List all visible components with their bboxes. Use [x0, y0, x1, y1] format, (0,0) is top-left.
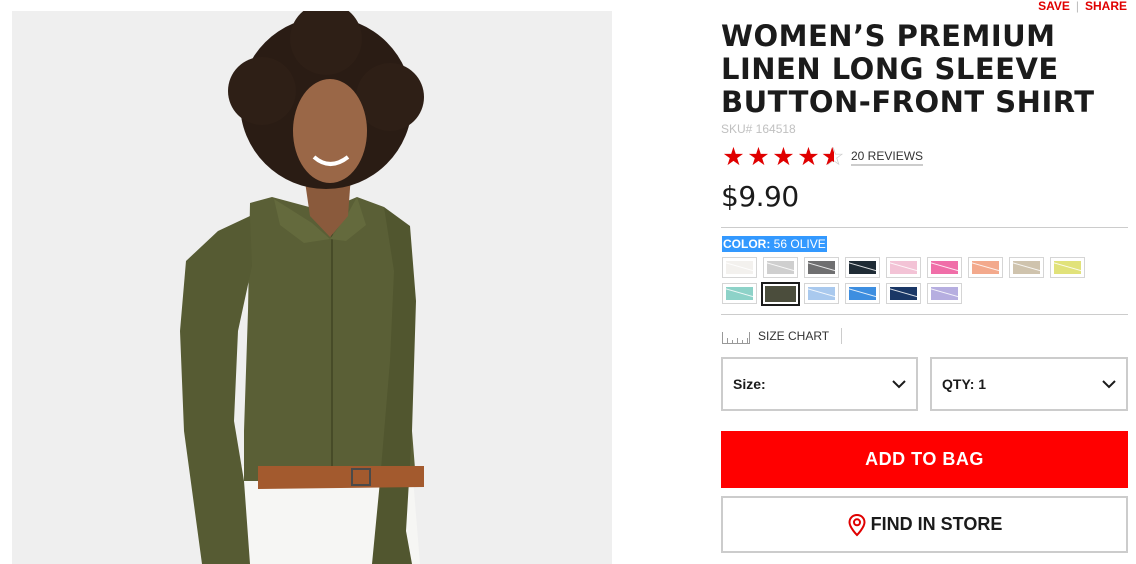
size-chart-link[interactable]: SIZE CHART — [722, 328, 843, 344]
find-in-store-label: FIND IN STORE — [870, 514, 1003, 534]
chevron-down-icon — [892, 380, 906, 389]
color-chip — [726, 287, 753, 300]
size-select[interactable]: Size: — [721, 357, 918, 411]
product-title: WOMEN’S PREMIUM LINEN LONG SLEEVE BUTTON… — [721, 19, 1095, 119]
find-in-store-button[interactable]: FIND IN STORE — [721, 496, 1128, 553]
color-swatch[interactable] — [722, 257, 757, 278]
ruler-icon — [722, 332, 750, 344]
color-chip — [849, 287, 876, 300]
color-chip — [726, 261, 753, 274]
chevron-down-icon — [1102, 380, 1116, 389]
color-swatch[interactable] — [886, 257, 921, 278]
color-swatch[interactable] — [845, 283, 880, 304]
color-chip — [890, 261, 917, 274]
color-chip — [1054, 261, 1081, 274]
color-chip — [808, 261, 835, 274]
color-swatch[interactable] — [804, 283, 839, 304]
divider — [721, 227, 1128, 228]
product-sku: SKU# 164518 — [721, 122, 796, 136]
size-select-label: Size: — [733, 376, 766, 392]
color-chip — [849, 261, 876, 274]
link-separator: | — [1075, 0, 1079, 13]
color-chip — [765, 286, 796, 302]
color-swatch[interactable] — [968, 257, 1003, 278]
divider — [841, 328, 843, 344]
color-swatch[interactable] — [804, 257, 839, 278]
save-link[interactable]: SAVE — [1038, 0, 1070, 13]
color-swatch[interactable] — [763, 257, 798, 278]
save-share-links: SAVE | SHARE — [1038, 0, 1127, 13]
color-swatch[interactable] — [927, 257, 962, 278]
quantity-select[interactable]: QTY: 1 — [930, 357, 1128, 411]
add-to-bag-button[interactable]: ADD TO BAG — [721, 431, 1128, 488]
star-full-icon: ★ — [797, 143, 820, 171]
color-chip — [931, 287, 958, 300]
color-swatch[interactable] — [761, 282, 800, 306]
selected-color-name: 56 OLIVE — [773, 237, 826, 251]
star-full-icon: ★ — [747, 143, 770, 171]
color-label: COLOR: 56 OLIVE — [722, 236, 827, 252]
star-full-icon: ★ — [772, 143, 795, 171]
color-swatch[interactable] — [886, 283, 921, 304]
product-price: $9.90 — [721, 180, 799, 213]
color-chip — [931, 261, 958, 274]
color-chip — [808, 287, 835, 300]
color-swatch[interactable] — [927, 283, 962, 304]
location-pin-icon — [848, 513, 866, 536]
color-chip — [972, 261, 999, 274]
color-chip — [1013, 261, 1040, 274]
star-full-icon: ★ — [722, 143, 745, 171]
share-link[interactable]: SHARE — [1085, 0, 1127, 13]
color-chip — [767, 261, 794, 274]
model-photo-illustration — [12, 11, 612, 564]
size-chart-label: SIZE CHART — [758, 329, 830, 343]
product-image[interactable] — [12, 11, 612, 564]
star-half-icon: ☆ ★ — [821, 143, 845, 171]
color-swatch[interactable] — [1009, 257, 1044, 278]
color-label-prefix: COLOR: — [723, 237, 771, 251]
color-swatch[interactable] — [845, 257, 880, 278]
color-swatch[interactable] — [1050, 257, 1085, 278]
reviews-link[interactable]: 20 REVIEWS — [851, 149, 924, 166]
color-swatch[interactable] — [722, 283, 757, 304]
divider — [721, 314, 1128, 315]
quantity-select-label: QTY: 1 — [942, 376, 987, 392]
product-rating: ★ ★ ★ ★ ☆ ★ 20 REVIEWS — [721, 143, 924, 171]
color-chip — [890, 287, 917, 300]
